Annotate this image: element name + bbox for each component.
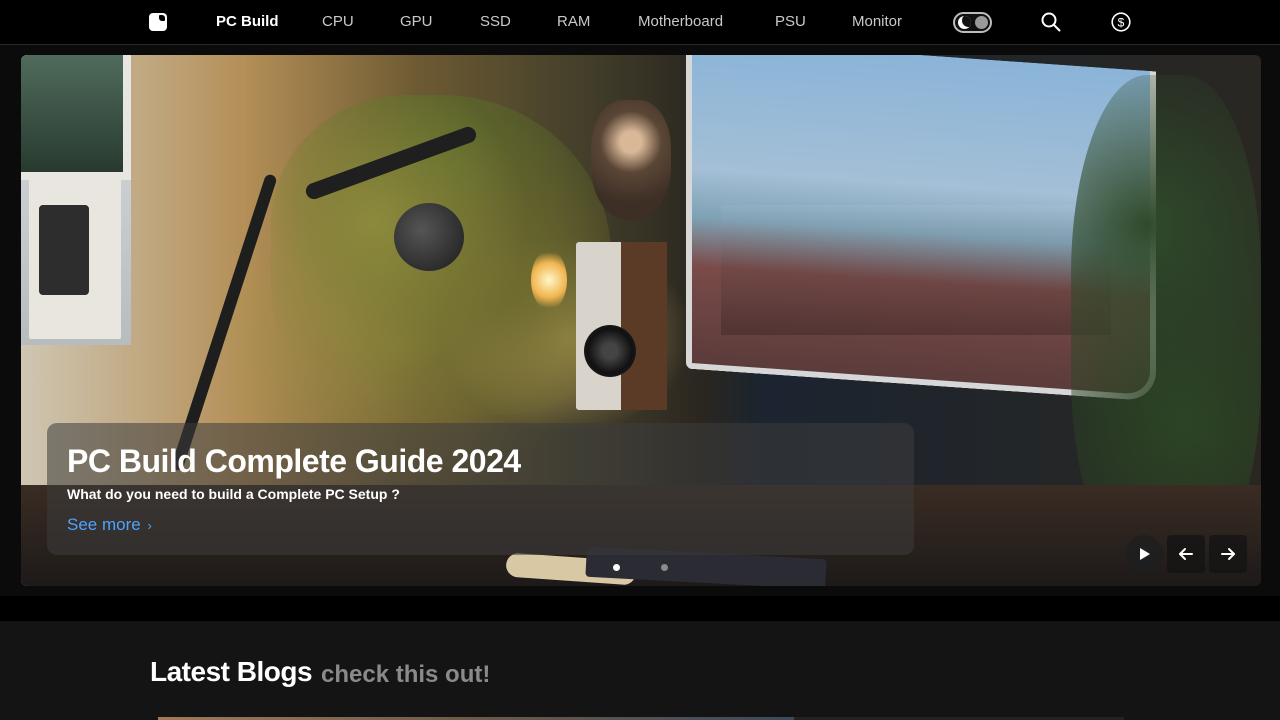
currency-button[interactable]: $	[1110, 11, 1132, 33]
nav-link-cpu[interactable]: CPU	[322, 13, 354, 30]
nav-link-ssd[interactable]: SSD	[480, 13, 511, 30]
hero-title: PC Build Complete Guide 2024	[67, 443, 521, 479]
nav-link-pc-build[interactable]: PC Build	[216, 13, 279, 30]
chevron-right-icon: ›	[147, 518, 152, 533]
latest-blogs-heading: Latest Blogs	[150, 656, 313, 687]
play-icon	[1140, 548, 1150, 560]
arrow-left-icon	[1179, 548, 1193, 560]
carousel-dot-1[interactable]	[613, 564, 620, 571]
see-more-link[interactable]: See more ›	[67, 515, 152, 535]
dollar-icon: $	[1111, 12, 1131, 32]
nav-link-monitor[interactable]: Monitor	[852, 13, 902, 30]
carousel-dot-2[interactable]	[661, 564, 668, 571]
next-slide-button[interactable]	[1209, 535, 1247, 573]
hero-caption: PC Build Complete Guide 2024 What do you…	[47, 423, 914, 555]
hero-subtitle: What do you need to build a Complete PC …	[67, 486, 400, 502]
svg-text:$: $	[1118, 16, 1125, 30]
nav-link-psu[interactable]: PSU	[775, 13, 806, 30]
see-more-label: See more	[67, 515, 141, 534]
play-button[interactable]	[1125, 535, 1163, 573]
moon-icon	[958, 16, 971, 29]
nav-link-ram[interactable]: RAM	[557, 13, 590, 30]
nav-link-gpu[interactable]: GPU	[400, 13, 433, 30]
prev-slide-button[interactable]	[1167, 535, 1205, 573]
nav-link-motherboard[interactable]: Motherboard	[638, 13, 723, 30]
top-navbar: PC Build CPU GPU SSD RAM Motherboard PSU…	[0, 0, 1280, 45]
search-button[interactable]	[1040, 11, 1062, 33]
toggle-knob	[975, 16, 988, 29]
section-divider	[0, 596, 1280, 621]
theme-toggle[interactable]	[953, 12, 992, 33]
latest-blogs-subheading: check this out!	[321, 661, 491, 688]
hero-carousel: PC Build Complete Guide 2024 What do you…	[21, 55, 1261, 586]
search-icon	[1041, 12, 1061, 32]
apple-logo-icon[interactable]	[149, 13, 167, 31]
arrow-right-icon	[1221, 548, 1235, 560]
